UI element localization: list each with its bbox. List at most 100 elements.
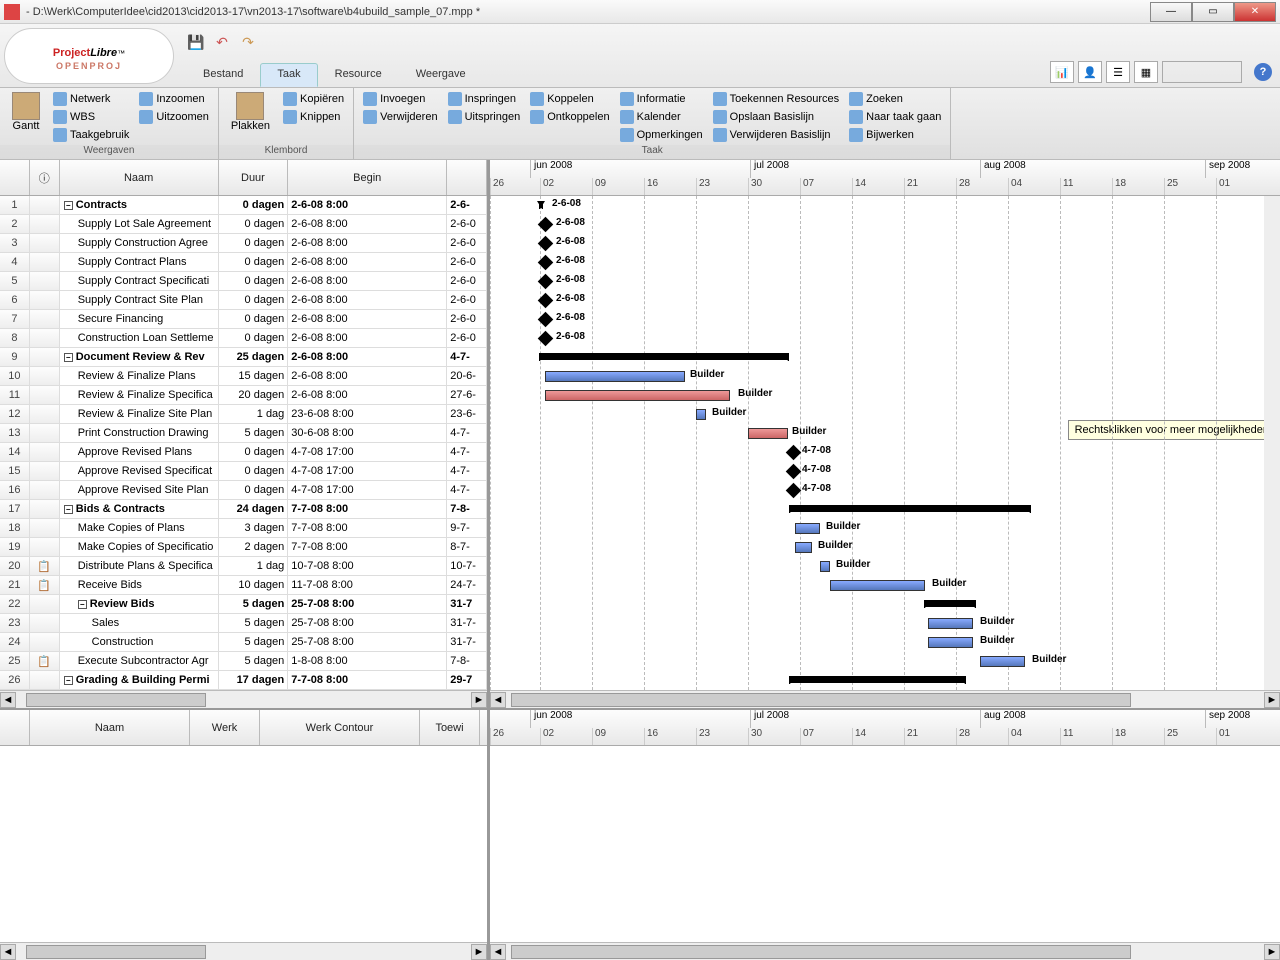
save-button[interactable]: 💾 — [186, 32, 206, 52]
col-header[interactable]: Duur — [219, 160, 289, 195]
ribbon-btn-wbs[interactable]: WBS — [50, 108, 132, 126]
task-row[interactable]: 1−Contracts0 dagen2-6-08 8:002-6- — [0, 196, 487, 215]
ribbon-btn-opmerkingen[interactable]: Opmerkingen — [617, 126, 706, 144]
ribbon-btn-invoegen[interactable]: Invoegen — [360, 90, 440, 108]
task-row[interactable]: 19Make Copies of Specificatio2 dagen7-7-… — [0, 538, 487, 557]
ribbon-btn-naar-taak-gaan[interactable]: Naar taak gaan — [846, 108, 944, 126]
scroll-thumb[interactable] — [511, 945, 1131, 959]
task-row[interactable]: 18Make Copies of Plans3 dagen7-7-08 8:00… — [0, 519, 487, 538]
summary-bar[interactable] — [540, 201, 542, 208]
col-header[interactable]: Toewi — [420, 710, 480, 745]
scroll-thumb[interactable] — [26, 945, 206, 959]
gantt-vscroll[interactable] — [1264, 196, 1280, 690]
scroll-left-icon[interactable]: ◄ — [490, 692, 506, 708]
ribbon-btn-ontkoppelen[interactable]: Ontkoppelen — [527, 108, 612, 126]
tab-bestand[interactable]: Bestand — [186, 63, 260, 87]
col-header[interactable]: ⓘ — [30, 160, 60, 195]
task-bar[interactable] — [820, 561, 830, 572]
task-row[interactable]: 14Approve Revised Plans0 dagen4-7-08 17:… — [0, 443, 487, 462]
col-header[interactable]: Begin — [288, 160, 447, 195]
scroll-right-icon[interactable]: ► — [471, 944, 487, 960]
task-row[interactable]: 3Supply Construction Agree0 dagen2-6-08 … — [0, 234, 487, 253]
ribbon-btn-uitspringen[interactable]: Uitspringen — [445, 108, 524, 126]
task-bar[interactable] — [795, 542, 812, 553]
redo-button[interactable]: ↷ — [238, 32, 258, 52]
task-row[interactable]: 13Print Construction Drawing5 dagen30-6-… — [0, 424, 487, 443]
chart-icon[interactable]: 📊 — [1050, 61, 1074, 83]
task-row[interactable]: 9−Document Review & Rev25 dagen2-6-08 8:… — [0, 348, 487, 367]
task-row[interactable]: 16Approve Revised Site Plan0 dagen4-7-08… — [0, 481, 487, 500]
scroll-thumb[interactable] — [511, 693, 1131, 707]
ribbon-btn-netwerk[interactable]: Netwerk — [50, 90, 132, 108]
col-header[interactable]: Werk — [190, 710, 260, 745]
gantt-hscroll[interactable]: ◄ ► — [490, 690, 1280, 708]
resource-icon[interactable]: 👤 — [1078, 61, 1102, 83]
minimize-button[interactable]: — — [1150, 2, 1192, 22]
ribbon-btn-knippen[interactable]: Knippen — [280, 108, 347, 126]
task-bar[interactable] — [748, 428, 788, 439]
tab-resource[interactable]: Resource — [318, 63, 399, 87]
task-row[interactable]: 23Sales5 dagen25-7-08 8:0031-7- — [0, 614, 487, 633]
ribbon-btn-verwijderen-basislijn[interactable]: Verwijderen Basislijn — [710, 126, 842, 144]
grid-body[interactable]: 1−Contracts0 dagen2-6-08 8:002-6-2Supply… — [0, 196, 487, 690]
task-row[interactable]: 10Review & Finalize Plans15 dagen2-6-08 … — [0, 367, 487, 386]
task-bar[interactable] — [545, 390, 730, 401]
ribbon-btn-kopiëren[interactable]: Kopiëren — [280, 90, 347, 108]
ribbon-btn-opslaan-basislijn[interactable]: Opslaan Basislijn — [710, 108, 842, 126]
ribbon-btn-inzoomen[interactable]: Inzoomen — [136, 90, 212, 108]
maximize-button[interactable]: ▭ — [1192, 2, 1234, 22]
col-header[interactable] — [0, 160, 30, 195]
undo-button[interactable]: ↶ — [212, 32, 232, 52]
scroll-right-icon[interactable]: ► — [471, 692, 487, 708]
tab-weergave[interactable]: Weergave — [399, 63, 483, 87]
task-row[interactable]: 6Supply Contract Site Plan0 dagen2-6-08 … — [0, 291, 487, 310]
ribbon-btn-bijwerken[interactable]: Bijwerken — [846, 126, 944, 144]
ribbon-btn-informatie[interactable]: Informatie — [617, 90, 706, 108]
ribbon-btn-taakgebruik[interactable]: Taakgebruik — [50, 126, 132, 144]
col-header[interactable]: Naam — [60, 160, 219, 195]
task-row[interactable]: 8Construction Loan Settleme0 dagen2-6-08… — [0, 329, 487, 348]
grid-hscroll[interactable]: ◄ ► — [0, 690, 487, 708]
gantt-icon[interactable]: Gantt — [6, 90, 46, 134]
summary-bar[interactable] — [790, 676, 965, 683]
milestone[interactable] — [786, 464, 802, 480]
ribbon-btn-kalender[interactable]: Kalender — [617, 108, 706, 126]
task-row[interactable]: 11Review & Finalize Specifica20 dagen2-6… — [0, 386, 487, 405]
scroll-thumb[interactable] — [26, 693, 206, 707]
ribbon-btn-koppelen[interactable]: Koppelen — [527, 90, 612, 108]
ribbon-btn-toekennen-resources[interactable]: Toekennen Resources — [710, 90, 842, 108]
task-row[interactable]: 25📋Execute Subcontractor Agr5 dagen1-8-0… — [0, 652, 487, 671]
scroll-left-icon[interactable]: ◄ — [0, 944, 16, 960]
gantt-body[interactable]: Rechtsklikken voor meer mogelijkheden 2-… — [490, 196, 1280, 690]
task-bar[interactable] — [928, 637, 973, 648]
col-header[interactable] — [447, 160, 487, 195]
ribbon-btn-inspringen[interactable]: Inspringen — [445, 90, 524, 108]
task-row[interactable]: 22−Review Bids5 dagen25-7-08 8:0031-7 — [0, 595, 487, 614]
task-row[interactable]: 26−Grading & Building Permi17 dagen7-7-0… — [0, 671, 487, 690]
paste-icon[interactable]: Plakken — [225, 90, 276, 134]
scroll-right-icon[interactable]: ► — [1264, 944, 1280, 960]
tab-taak[interactable]: Taak — [260, 63, 317, 87]
milestone[interactable] — [786, 483, 802, 499]
task-bar[interactable] — [696, 409, 706, 420]
search-box[interactable] — [1162, 61, 1242, 83]
lower-gantt-hscroll[interactable]: ◄ ► — [490, 942, 1280, 960]
task-bar[interactable] — [545, 371, 685, 382]
scroll-left-icon[interactable]: ◄ — [0, 692, 16, 708]
lower-grid-hscroll[interactable]: ◄ ► — [0, 942, 487, 960]
col-header[interactable]: Werk Contour — [260, 710, 420, 745]
task-row[interactable]: 7Secure Financing0 dagen2-6-08 8:002-6-0 — [0, 310, 487, 329]
task-bar[interactable] — [830, 580, 925, 591]
task-bar[interactable] — [980, 656, 1025, 667]
summary-bar[interactable] — [925, 600, 975, 607]
milestone[interactable] — [786, 445, 802, 461]
task-row[interactable]: 5Supply Contract Specificati0 dagen2-6-0… — [0, 272, 487, 291]
task-row[interactable]: 15Approve Revised Specificat0 dagen4-7-0… — [0, 462, 487, 481]
task-bar[interactable] — [928, 618, 973, 629]
task-row[interactable]: 24Construction5 dagen25-7-08 8:0031-7- — [0, 633, 487, 652]
layout-icon[interactable]: ▦ — [1134, 61, 1158, 83]
scroll-right-icon[interactable]: ► — [1264, 692, 1280, 708]
task-row[interactable]: 4Supply Contract Plans0 dagen2-6-08 8:00… — [0, 253, 487, 272]
summary-bar[interactable] — [790, 505, 1030, 512]
task-bar[interactable] — [795, 523, 820, 534]
